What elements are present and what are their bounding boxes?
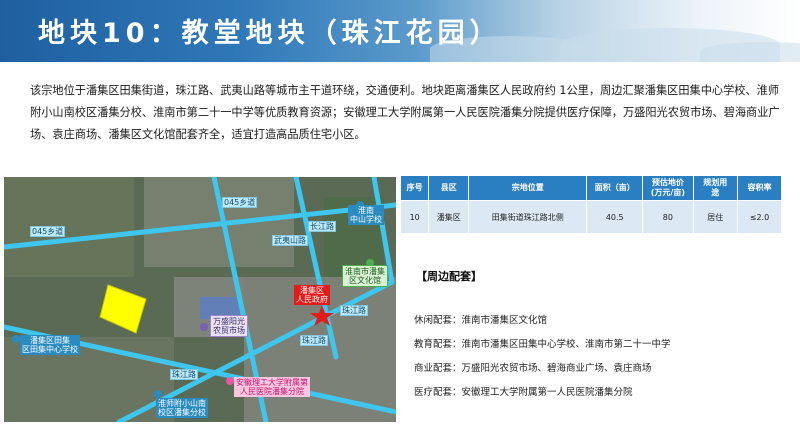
poi-tianji-school: 潘集区田集 区田集中心学校 — [20, 335, 80, 355]
road-label-changjiang: 长江路 — [308, 221, 336, 232]
amenity-label: 医疗配套： — [414, 387, 462, 398]
amenity-label: 教育配套： — [414, 339, 462, 350]
cell-location: 田集街道珠江路北侧 — [468, 200, 588, 234]
poi-huaishi-school: 淮师附小山南 校区潘集分校 — [156, 398, 208, 418]
table-header-row: 序号 县区 宗地位置 面积（亩） 预估地价 (万元/亩) 规划用 途 容积率 — [399, 175, 783, 201]
banner-decor-hill — [700, 42, 800, 62]
road-label-045-right: 045乡道 — [222, 197, 258, 208]
poi-culture-center: 淮南市潘集 区文化馆 — [342, 265, 388, 287]
road-label-045-left: 045乡道 — [30, 226, 66, 237]
cell-price: 80 — [642, 200, 694, 234]
amenities-title: 【周边配套】 — [416, 270, 482, 283]
amenity-leisure: 休闲配套：淮南市潘集区文化馆 — [414, 312, 547, 326]
amenity-value: 万盛阳光农贸市场、碧海商业广场、袁庄商场 — [461, 363, 652, 374]
map-area-farmland — [4, 177, 134, 277]
road-label-zhujiang-top: 珠江路 — [340, 305, 368, 316]
table-row: 10 潘集区 田集街道珠江路北侧 40.5 80 居住 ≤2.0 — [399, 200, 783, 234]
parcel-info-table: 序号 县区 宗地位置 面积（亩） 预估地价 (万元/亩) 规划用 途 容积率 1… — [399, 175, 783, 234]
amenity-education: 教育配套：淮南市潘集区田集中心学校、淮南市第二十一中学 — [414, 336, 671, 350]
cell-index: 10 — [399, 200, 430, 234]
amenity-medical: 医疗配套：安徽理工大学附属第一人民医院潘集分院 — [414, 384, 633, 398]
th-location: 宗地位置 — [468, 175, 588, 201]
location-map: 045乡道 045乡道 武夷山路 长江路 珠江路 珠江路 珠江路 淮南 中山学校… — [4, 177, 396, 422]
amenity-label: 休闲配套： — [414, 315, 462, 326]
th-index: 序号 — [399, 175, 430, 201]
map-graphics — [4, 177, 396, 422]
th-area: 面积（亩） — [586, 175, 644, 201]
amenity-label: 商业配套： — [414, 363, 462, 374]
th-district: 县区 — [428, 175, 470, 201]
amenity-value: 淮南市潘集区文化馆 — [461, 315, 548, 326]
amenity-commerce: 商业配套：万盛阳光农贸市场、碧海商业广场、袁庄商场 — [414, 360, 652, 374]
poi-hospital: 安徽理工大学附属第 人民医院潘集分院 — [234, 377, 310, 397]
cell-usage: 居住 — [692, 200, 738, 234]
amenity-value: 淮南市潘集区田集中心学校、淮南市第二十一中学 — [461, 339, 671, 350]
cell-area: 40.5 — [586, 200, 644, 234]
road-label-zhujiang-bottom: 珠江路 — [170, 369, 198, 380]
page-title: 地块10：教堂地块（珠江花园） — [38, 18, 502, 49]
hospital-pin-icon — [226, 377, 234, 385]
road-label-wuyishan: 武夷山路 — [272, 235, 308, 246]
th-usage: 规划用 途 — [692, 175, 738, 201]
road-label-zhujiang-mid: 珠江路 — [300, 335, 328, 346]
school-pin-icon — [154, 390, 162, 398]
poi-market: 万盛阳光 农贸市场 — [210, 315, 248, 337]
cell-far: ≤2.0 — [736, 200, 783, 234]
th-price: 预估地价 (万元/亩) — [642, 175, 694, 201]
school-pin-icon — [12, 335, 20, 343]
market-pin-icon — [200, 323, 208, 331]
header-banner: 地块10：教堂地块（珠江花园） — [0, 0, 800, 62]
cell-district: 潘集区 — [428, 200, 470, 234]
th-far: 容积率 — [736, 175, 783, 201]
poi-huainan-school: 淮南 中山学校 — [348, 205, 384, 225]
parcel-description: 该宗地位于潘集区田集街道，珠江路、武夷山路等城市主干道环绕，交通便利。地块距离潘… — [30, 84, 780, 141]
poi-government: 潘集区 人民政府 — [294, 285, 330, 305]
amenity-value: 安徽理工大学附属第一人民医院潘集分院 — [461, 387, 633, 398]
